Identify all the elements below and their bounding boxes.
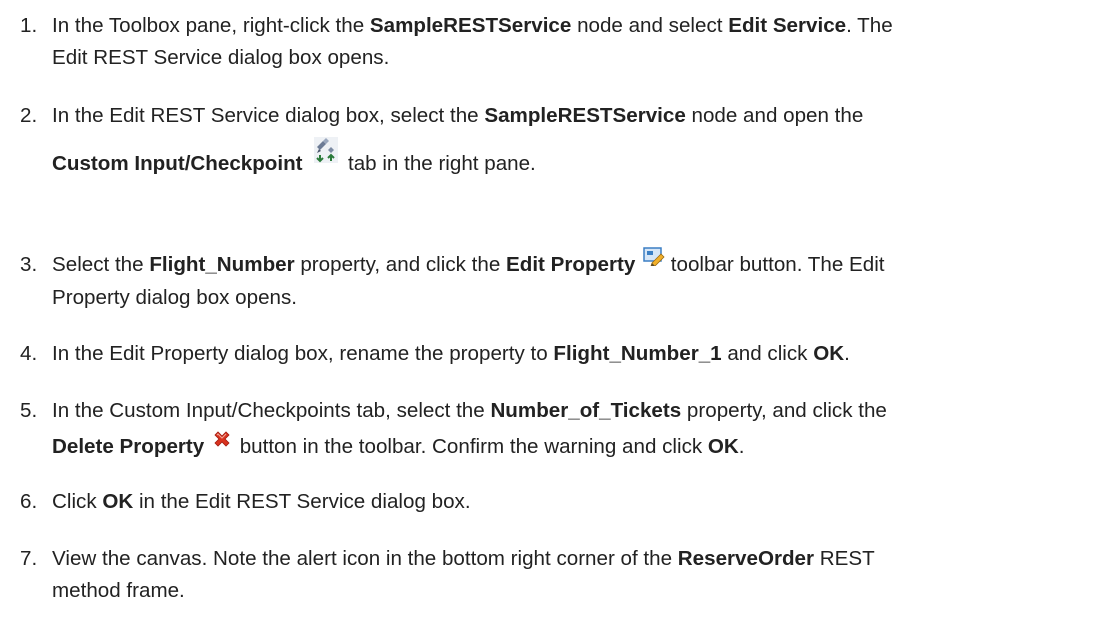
step-number: 7. xyxy=(20,547,38,570)
step-number: 5. xyxy=(20,399,38,422)
delete-property-icon xyxy=(212,424,232,464)
step-text: . xyxy=(844,342,850,365)
edit-property-icon xyxy=(643,244,665,276)
button-name: OK xyxy=(813,342,845,365)
step-number: 6. xyxy=(20,490,38,513)
tab-name: Custom Input/Checkpoint xyxy=(52,152,303,175)
step-text: property, and click the xyxy=(681,399,887,422)
step-text: In the Edit REST Service dialog box, sel… xyxy=(52,104,485,127)
step-text: REST xyxy=(814,547,875,570)
toolbar-button-name: Delete Property xyxy=(52,435,205,458)
property-name: Flight_Number_1 xyxy=(553,342,722,365)
step-2: 2. In the Edit REST Service dialog box, s… xyxy=(20,100,1105,187)
step-text: In the Toolbox pane, right-click the xyxy=(52,14,370,37)
step-text: Click xyxy=(52,490,103,513)
toolbar-button-name: Edit Property xyxy=(506,253,636,276)
node-name: SampleRESTService xyxy=(484,104,686,127)
step-text: node and select xyxy=(571,14,729,37)
step-text: tab in the right pane. xyxy=(342,152,536,175)
step-3: 3. Select the Flight_Number property, and… xyxy=(20,246,1105,314)
step-6: 6. Click OK in the Edit REST Service dial… xyxy=(20,486,1105,518)
button-name: OK xyxy=(102,490,134,513)
step-text: and click xyxy=(721,342,814,365)
step-text: . xyxy=(738,435,745,458)
step-7: 7. View the canvas. Note the alert icon i… xyxy=(20,543,1105,607)
property-name: Flight_Number xyxy=(149,253,295,276)
menu-command: Edit Service xyxy=(728,14,847,37)
step-text: View the canvas. Note the alert icon in … xyxy=(52,547,678,570)
button-name: OK xyxy=(707,435,739,458)
step-text: button in the toolbar. Confirm the warni… xyxy=(233,435,708,458)
step-number: 2. xyxy=(20,104,38,127)
step-text: property, and click the xyxy=(294,253,507,276)
step-text: in the Edit REST Service dialog box. xyxy=(133,490,471,513)
step-text-continued: Delete Property button in the toolbar. C… xyxy=(20,427,1105,468)
custom-input-checkpoint-icon xyxy=(314,135,339,179)
step-4: 4. In the Edit Property dialog box, renam… xyxy=(20,338,1105,370)
method-name: ReserveOrder xyxy=(677,547,815,570)
step-text: In the Custom Input/Checkpoints tab, sel… xyxy=(52,399,491,422)
step-text: . The xyxy=(846,14,893,37)
step-text: Select the xyxy=(52,253,150,276)
step-text: node and open the xyxy=(685,104,864,127)
step-1: 1. In the Toolbox pane, right-click the S… xyxy=(20,10,1105,74)
step-5: 5. In the Custom Input/Checkpoints tab, s… xyxy=(20,395,1105,468)
node-name: SampleRESTService xyxy=(369,14,572,37)
step-text: toolbar button. The Edit xyxy=(665,253,885,276)
step-text: In the Edit Property dialog box, rename … xyxy=(52,342,554,365)
step-text-continued: Edit REST Service dialog box opens. xyxy=(52,46,390,69)
step-text-continued: Custom Input/Checkpoint tab in the right… xyxy=(20,136,1105,187)
step-text-continued: Property dialog box opens. xyxy=(52,285,297,309)
step-number: 3. xyxy=(20,253,38,276)
step-number: 4. xyxy=(20,342,38,365)
step-text-continued: method frame. xyxy=(52,579,185,602)
step-number: 1. xyxy=(20,14,38,37)
property-name: Number_of_Tickets xyxy=(490,399,682,422)
